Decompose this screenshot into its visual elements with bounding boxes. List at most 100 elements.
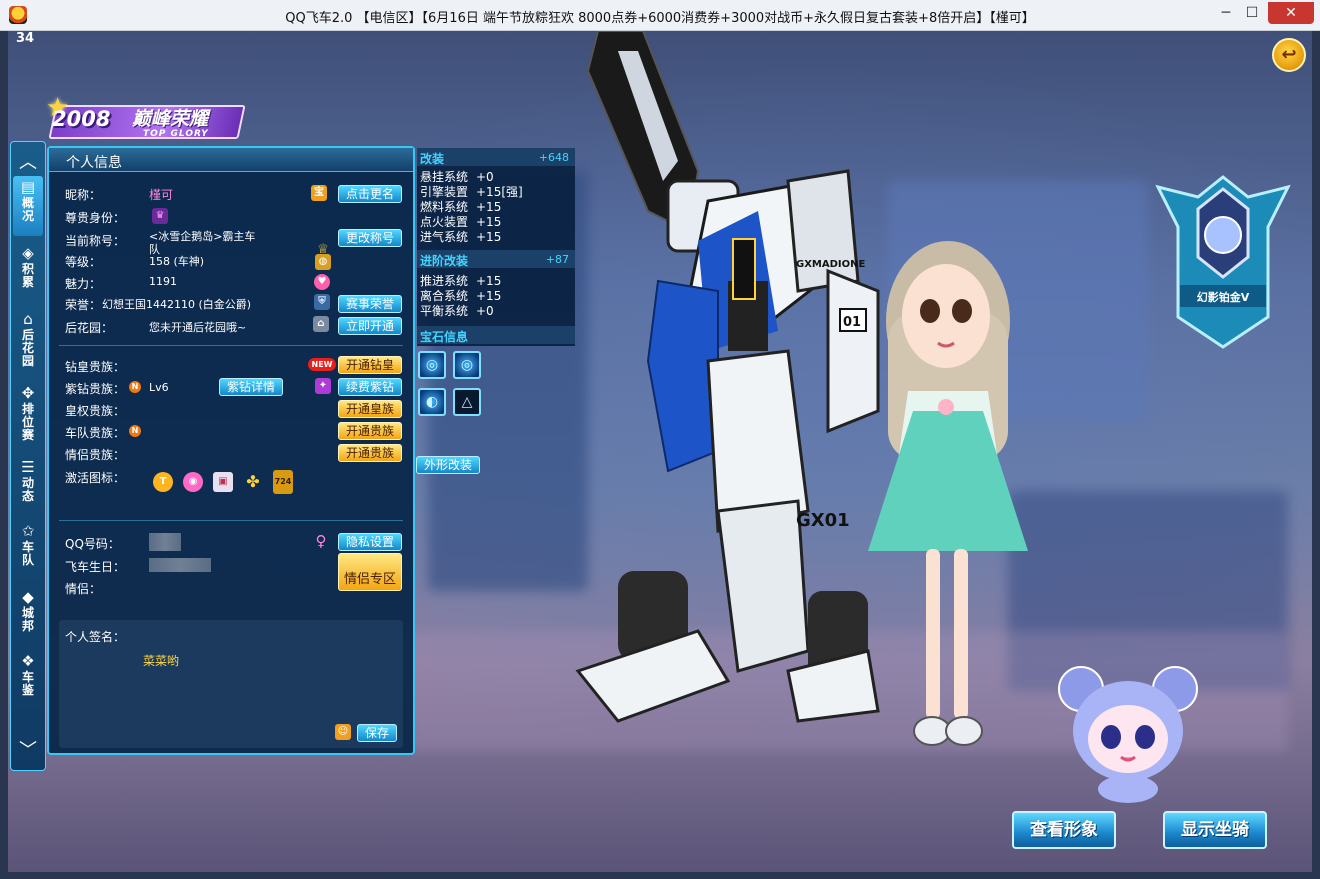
charm-label: 魅力：: [65, 277, 102, 291]
open-garden-button[interactable]: 立即开通: [338, 317, 402, 335]
renew-purple-button[interactable]: 续费紫钻: [338, 378, 402, 396]
nav-item-garden[interactable]: ⌂ 后花园: [13, 308, 43, 368]
couple-noble-label: 情侣贵族：: [65, 448, 126, 462]
level-badge-icon: ◍: [315, 254, 331, 270]
banner-subtitle: TOP GLORY: [143, 129, 209, 139]
couple-zone-button[interactable]: 情侣专区: [338, 553, 402, 591]
stat-row: 进气系统 +15: [420, 230, 502, 244]
view-look-button[interactable]: 查看形象: [1012, 811, 1116, 849]
qq-number-redacted: [149, 533, 181, 551]
nav-item-team[interactable]: ✩ 车队: [13, 520, 43, 580]
female-avatar: [868, 241, 1028, 746]
gem-header: 宝石信息: [417, 326, 575, 344]
open-team-noble-button[interactable]: 开通贵族: [338, 422, 402, 440]
female-gender-icon: ♀: [315, 532, 327, 550]
gem-slot-3[interactable]: ◐: [418, 388, 446, 416]
emoji-icon[interactable]: ☺: [335, 724, 351, 740]
noble-label: 尊贵身份：: [65, 211, 126, 225]
open-diamond-button[interactable]: 开通钻皇: [338, 356, 402, 374]
advanced-header: 进阶改装 +87: [417, 250, 575, 268]
divider: [59, 345, 403, 346]
appearance-mod-button[interactable]: 外形改装: [416, 456, 480, 474]
event-honor-button[interactable]: 赛事荣誉: [338, 295, 402, 313]
top-glory-banner: ★ 2008 巅峰荣耀 TOP GLORY: [38, 93, 253, 148]
garden-label: 后花园：: [65, 321, 114, 335]
signature-box: 个人签名： 菜菜哟 ☺ 保存: [59, 620, 403, 748]
royal-label: 皇权贵族：: [65, 404, 126, 418]
honor-label: 荣誉：: [65, 298, 102, 312]
team-noble-label: 车队贵族：: [65, 426, 126, 440]
open-couple-noble-button[interactable]: 开通贵族: [338, 444, 402, 462]
rank-badge: 幻影铂金V: [1155, 175, 1291, 349]
open-royal-button[interactable]: 开通皇族: [338, 400, 402, 418]
feed-icon: ☰: [21, 458, 35, 476]
noble-badge-icon[interactable]: ♛: [152, 208, 168, 224]
treasure-icon[interactable]: 宝: [311, 185, 327, 201]
ranked-wings-icon: ✥: [21, 384, 35, 402]
rename-button[interactable]: 点击更名: [338, 185, 402, 203]
robot-label-leg: GX01: [796, 510, 850, 531]
nav-item-accumulate[interactable]: ◈ 积累: [13, 242, 43, 302]
charm-value: 1191: [149, 275, 177, 288]
gem-slot-1[interactable]: ◎: [418, 351, 446, 379]
rank-name: 幻影铂金V: [1197, 290, 1250, 304]
nav-item-feed[interactable]: ☰ 动态: [13, 456, 43, 516]
honor-shield-icon: ⛨: [314, 294, 330, 310]
nav-item-ranked[interactable]: ✥ 排位赛: [13, 382, 43, 442]
nav-item-city[interactable]: ◆ 城邦: [13, 586, 43, 646]
car-book-icon: ❖: [21, 652, 35, 670]
nav-up-arrow-icon[interactable]: ︿: [11, 148, 45, 174]
noble-n-icon: N: [129, 425, 141, 437]
birthday-label: 飞车生日：: [65, 560, 126, 574]
clover-icon[interactable]: ✤: [243, 472, 263, 492]
signature-value[interactable]: 菜菜哟: [143, 652, 179, 669]
nickname-value: 槿可: [149, 188, 174, 202]
gem-slot-2[interactable]: ◎: [453, 351, 481, 379]
nav-down-arrow-icon[interactable]: ﹀: [11, 736, 45, 762]
garden-house-icon: ⌂: [313, 316, 329, 332]
purple-diamond-icon: ✦: [315, 378, 331, 394]
active-icons-label: 激活图标：: [65, 471, 126, 485]
change-title-button[interactable]: 更改称号: [338, 229, 402, 247]
refit-header: 改装 +648: [417, 148, 575, 166]
honor-value: 幻想王国1442110 (白金公爵): [102, 298, 252, 311]
vip-pink-icon[interactable]: ◉: [183, 472, 203, 492]
privacy-settings-button[interactable]: 隐私设置: [338, 533, 402, 551]
title-value-line1: <冰雪企鹅岛>霸主车: [149, 230, 256, 243]
purple-label: 紫钻贵族：: [65, 382, 126, 396]
level-value: 158 (车神): [149, 255, 205, 268]
gift-icon[interactable]: ▣: [213, 472, 233, 492]
nav-item-overview[interactable]: ▤ 概况: [13, 176, 43, 236]
robot-label-top: GXMADIONE: [796, 259, 866, 270]
birthday-redacted: [149, 558, 211, 572]
level-label: 等级：: [65, 255, 102, 269]
banner-name: 巅峰荣耀: [132, 108, 209, 130]
garden-value: 您未开通后花园哦~: [149, 321, 247, 334]
gem-slot-4[interactable]: △: [453, 388, 481, 416]
left-nav: ︿ ▤ 概况 ◈ 积累 ⌂ 后花园 ✥ 排位赛 ☰ 动态 ✩ 车队 ◆ 城邦 ❖…: [10, 141, 46, 771]
show-mount-button[interactable]: 显示坐骑: [1163, 811, 1267, 849]
save-button[interactable]: 保存: [357, 724, 397, 742]
panel-title: 个人信息: [66, 155, 122, 171]
stat-row: 平衡系统 +0: [420, 304, 494, 318]
banner-year: 2008: [52, 107, 111, 131]
nickname-label: 昵称：: [65, 188, 102, 202]
minimize-button[interactable]: ─: [1215, 2, 1237, 24]
close-button[interactable]: ✕: [1268, 2, 1314, 24]
back-arrow-icon[interactable]: ↩: [1272, 38, 1306, 72]
maximize-button[interactable]: ☐: [1241, 2, 1263, 24]
fps-counter: 34: [16, 31, 35, 46]
purple-level: Lv6: [149, 381, 169, 394]
title-label: 当前称号：: [65, 234, 126, 248]
diamond-label: 钻皇贵族：: [65, 360, 126, 374]
profile-panel: 个人信息 昵称： 槿可 宝 点击更名 尊贵身份： ♛ 当前称号： <冰雪企鹅岛>…: [47, 146, 415, 755]
window-titlebar: QQ飞车2.0 【电信区】【6月16日 端午节放粽狂欢 8000点券+6000消…: [0, 0, 1320, 31]
signature-label: 个人签名：: [65, 630, 126, 644]
vip-t-icon[interactable]: T: [153, 472, 173, 492]
purple-detail-button[interactable]: 紫钻详情: [219, 378, 283, 396]
event-724-icon[interactable]: 724: [273, 470, 293, 494]
team-star-icon: ✩: [21, 522, 35, 540]
profile-card-icon: ▤: [20, 178, 36, 196]
nav-item-car-book[interactable]: ❖ 车鉴: [13, 650, 43, 710]
city-icon: ◆: [22, 588, 34, 606]
